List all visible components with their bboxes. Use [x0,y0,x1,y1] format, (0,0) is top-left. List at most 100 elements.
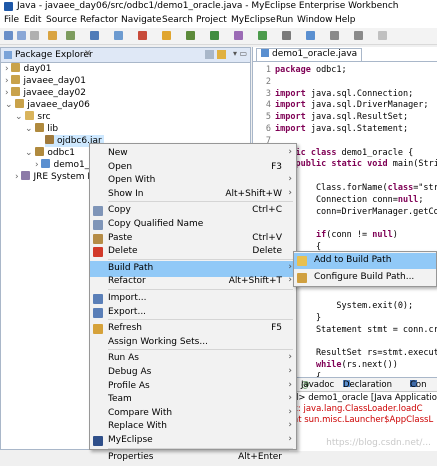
server-icon[interactable] [114,31,123,40]
menu-item-properties[interactable]: Properties Alt+Enter [90,450,296,466]
refresh-icon [93,324,103,335]
menu-source[interactable]: Source [46,15,77,25]
code-text: Connection conn=null; [275,194,424,205]
menu-item-label: Replace With [108,421,167,432]
open-type-icon[interactable] [48,31,57,40]
code-text: package odbc1; [275,65,347,75]
new-icon[interactable] [4,31,13,40]
editor-tab-line [253,61,437,62]
back-icon[interactable] [330,31,339,40]
new-class-icon[interactable] [258,31,267,40]
menu-myeclipse[interactable]: MyEclipse [231,15,276,25]
menu-item-label: Run As [108,353,139,364]
forward-icon[interactable] [354,31,363,40]
tree-item-javaee-day06[interactable]: ⌄ javaee_day06 [5,99,90,111]
menu-item-myeclipse[interactable]: MyEclipse › [90,433,296,449]
menu-separator [108,447,293,449]
minimize-icon[interactable]: ▭ [239,49,247,58]
pin-icon[interactable] [378,31,387,40]
menu-item-delete[interactable]: Delete Delete [90,244,296,260]
menu-navigate[interactable]: Navigate [121,15,161,25]
menu-item-label: Paste [108,232,133,243]
menu-refactor[interactable]: Refactor [80,15,118,25]
editor-tab[interactable]: demo1_oracle.java [256,48,363,62]
export-icon [93,307,103,318]
menu-item-label: Refresh [108,323,142,334]
menu-item-label: Copy Qualified Name [108,219,204,229]
menu-item-label: Open [108,161,133,172]
menu-item-refactor[interactable]: Refactor Alt+Shift+T › [90,274,296,290]
configure-build-path-item[interactable]: Configure Build Path... [294,270,436,286]
tree-item-demo1[interactable]: › demo1_ [35,159,89,171]
menu-item-label: Show In [108,188,144,199]
code-text: import java.sql.Connection; [275,88,414,99]
new-wizard-icon[interactable] [66,31,75,40]
package-explorer-header: Package Explorer ✕ ▾ ▭ [1,48,250,63]
chevron-right-icon: › [288,406,292,417]
folder-icon[interactable] [162,31,171,40]
code-line[interactable]: 5 import java.sql.ResultSet; [253,112,437,124]
tree-item-javaee-day01[interactable]: › javaee_day01 [5,75,86,87]
save-all-icon[interactable] [30,31,39,40]
code-line[interactable]: 3 import java.sql.Connection; [253,89,437,101]
collapse-all-icon[interactable] [205,50,214,59]
search-icon[interactable] [282,31,291,40]
console-line: k: java.lang.ClassLoader.loadC [293,404,423,414]
menu-file[interactable]: File [4,15,19,25]
menu-project[interactable]: Project [196,15,227,25]
link-editor-icon[interactable] [217,50,226,59]
copy-icon [93,206,103,217]
menu-item-label: Copy [108,205,131,216]
menu-window[interactable]: Window [297,15,333,25]
navigate-icon[interactable] [306,31,315,40]
chevron-right-icon: › [288,393,292,404]
deploy-icon[interactable] [90,31,99,40]
title-bar: Java - javaee_day06/src/odbc1/demo1_orac… [0,0,437,15]
tree-item-jre[interactable]: › JRE System Lib [15,171,101,183]
code-line[interactable]: 2 [253,77,437,89]
code-line[interactable]: 1 package odbc1; [253,65,437,77]
menu-item-export[interactable]: Export... [90,305,296,321]
source-folder-icon [25,111,35,120]
menu-edit[interactable]: Edit [24,15,41,25]
console-line: at sun.misc.Launcher$AppClassL [293,415,434,425]
project-icon [11,87,21,96]
package-explorer-title[interactable]: Package Explorer [15,50,93,60]
project-icon [15,99,25,108]
add-build-path-icon [297,256,307,266]
add-to-build-path-item[interactable]: Add to Build Path [294,253,436,269]
tree-item-lib[interactable]: ⌄ lib [25,123,58,135]
tree-item-odbc1[interactable]: ⌄ odbc1 [25,147,75,159]
chevron-right-icon: › [288,275,292,286]
menu-item-label: MyEclipse [108,435,153,445]
chevron-right-icon: › [288,261,292,272]
code-line[interactable]: 4 import java.sql.DriverManager; [253,100,437,112]
menu-separator [108,201,293,203]
menu-item-label: Build Path [108,262,154,273]
close-icon[interactable]: ✕ [84,49,92,59]
chevron-right-icon: › [288,187,292,198]
menu-item-shortcut: Ctrl+V [252,232,282,243]
code-line[interactable]: 6 import java.sql.Statement; [253,124,437,136]
menu-help[interactable]: Help [335,15,356,25]
tree-item-day01[interactable]: › day01 [5,63,52,75]
watermark: https://blog.csdn.net/... [326,438,431,448]
menu-item-assign-working-sets[interactable]: Assign Working Sets... [90,335,296,351]
view-menu-icon[interactable]: ▾ [233,49,237,58]
tree-item-javaee-day02[interactable]: › javaee_day02 [5,87,86,99]
line-number: 5 [265,112,271,123]
debug-icon[interactable] [186,31,195,40]
menu-run[interactable]: Run [276,15,293,25]
menu-item-show-in[interactable]: Show In Alt+Shift+W › [90,187,296,203]
run-icon[interactable] [210,31,219,40]
save-icon[interactable] [17,31,26,40]
stop-icon[interactable] [138,31,147,40]
code-text: import java.sql.ResultSet; [275,112,409,123]
code-text: Statement stmt = conn.crea [275,324,437,335]
context-menu: New › Open F3 Open With › Show In Alt+Shift+W › C… [89,143,297,462]
menu-search[interactable]: Search [162,15,193,25]
tree-item-src[interactable]: ⌄ src [15,111,51,123]
external-tools-icon[interactable] [234,31,243,40]
java-file-icon [41,159,51,168]
menu-bar: File Edit Source Refactor Navigate Searc… [0,14,437,28]
